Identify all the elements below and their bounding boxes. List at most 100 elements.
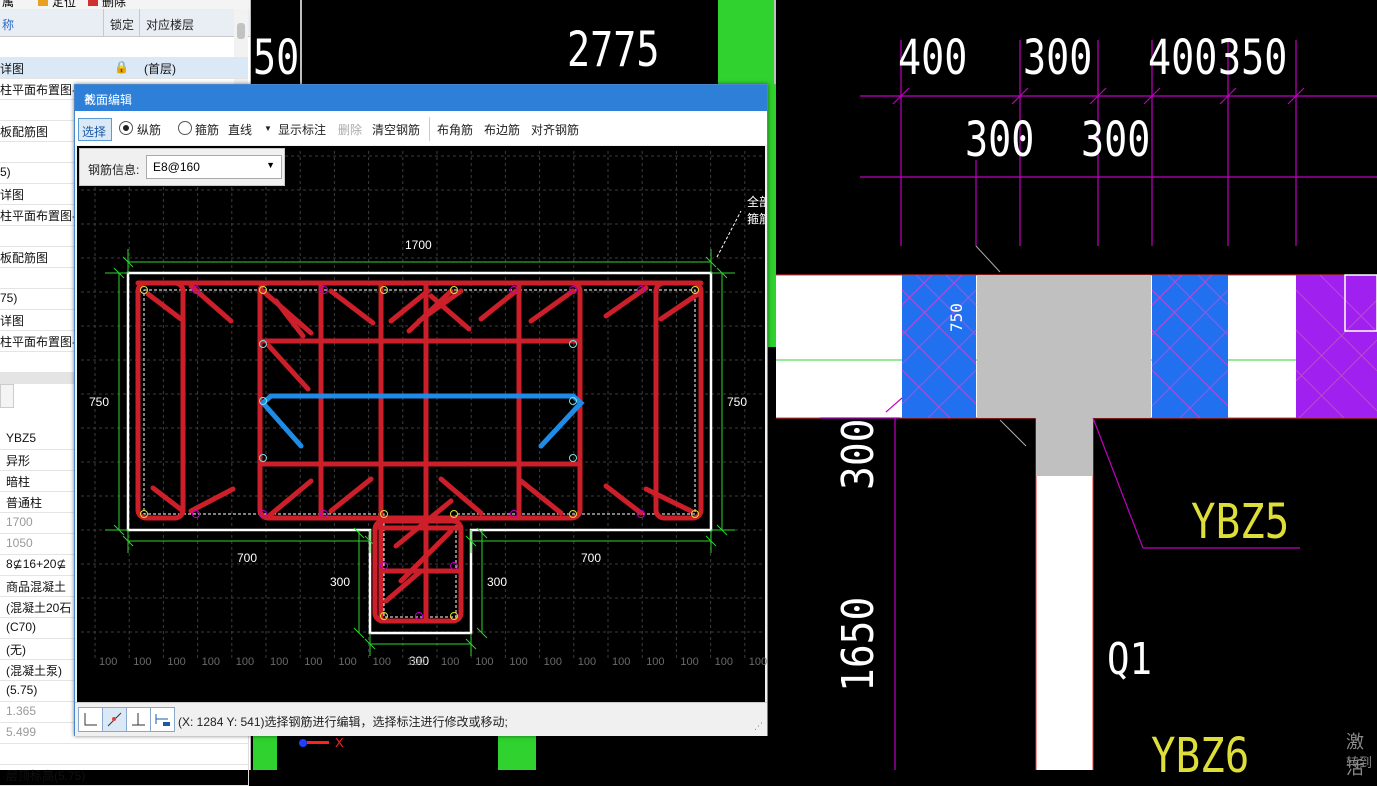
cad-dim-350: 350 bbox=[1218, 30, 1288, 86]
longitudinal-radio[interactable] bbox=[119, 121, 133, 135]
property-value: 普通柱 bbox=[6, 496, 43, 510]
locate-icon[interactable] bbox=[38, 0, 48, 6]
grid-scale-label: 100 bbox=[235, 656, 255, 668]
stirrup-label[interactable]: 箍筋 bbox=[195, 121, 219, 138]
grid-scale-label: 100 bbox=[543, 656, 562, 668]
cad-dim-300-vert: 300 bbox=[833, 418, 884, 490]
property-value: 商品混凝土 bbox=[6, 580, 67, 594]
toolbar-delete[interactable]: 删除 bbox=[102, 0, 126, 9]
cad-dim-400-b: 400 bbox=[1148, 30, 1218, 86]
dim-top[interactable]: 1700 bbox=[405, 238, 432, 252]
property-row[interactable] bbox=[0, 743, 249, 765]
dim-bottom-left[interactable]: 700 bbox=[237, 551, 257, 565]
dialog-titlebar[interactable]: 截面编辑 ✕ bbox=[75, 85, 767, 111]
grid-scale-label: 100 bbox=[304, 656, 323, 668]
dim-left[interactable]: 750 bbox=[89, 395, 109, 409]
windows-watermark-line2: 转到 bbox=[1346, 755, 1373, 770]
grid-scale-label: 100 bbox=[167, 656, 186, 668]
grid-scale-label: 100 bbox=[714, 656, 733, 668]
clear-rebar-button[interactable]: 清空钢筋 bbox=[372, 121, 420, 138]
longitudinal-label[interactable]: 纵筋 bbox=[137, 121, 161, 138]
dimension-snap-button[interactable] bbox=[150, 707, 175, 732]
note-text-1: 全部 bbox=[747, 195, 765, 209]
cad-dim-1650: 1650 bbox=[833, 596, 884, 692]
cad-label-q1: Q1 bbox=[1107, 634, 1153, 685]
select-button[interactable]: 选择 bbox=[78, 118, 112, 141]
property-value: 异形 bbox=[6, 454, 31, 468]
dim-stem-left[interactable]: 300 bbox=[330, 575, 350, 589]
dim-right[interactable]: 750 bbox=[727, 395, 747, 409]
layer-floor: (首层) bbox=[144, 62, 176, 76]
col-lock[interactable]: 锁定 bbox=[110, 16, 134, 33]
cad-dim-400-a: 400 bbox=[898, 30, 968, 86]
cad-dim-300-b: 300 bbox=[965, 112, 1035, 168]
grid-scale-label: 100 bbox=[133, 656, 152, 668]
layer-row[interactable]: 详图 🔒 (首层) bbox=[0, 57, 248, 79]
green-column-bottom-left bbox=[253, 733, 277, 770]
grid-scale-label: 100 bbox=[509, 656, 528, 668]
grid-scale-label: 100 bbox=[99, 656, 118, 668]
chevron-down-icon[interactable]: ▼ bbox=[264, 124, 272, 133]
status-text: (X: 1284 Y: 541)选择钢筋进行编辑，选择标注进行修改或移动; bbox=[178, 715, 508, 729]
grid-scale-label: 100 bbox=[201, 656, 220, 668]
show-marks-button[interactable]: 显示标注 bbox=[278, 121, 326, 138]
property-value: (混凝土20石 bbox=[6, 601, 72, 615]
grid-scale-label: 100 bbox=[748, 656, 768, 668]
lock-icon[interactable]: 🔒 bbox=[114, 60, 129, 74]
grid-scale-label: 100 bbox=[612, 656, 631, 668]
layer-table-header: 称 锁定 对应楼层 bbox=[0, 9, 250, 37]
property-value: 1.365 bbox=[6, 704, 37, 718]
rebar-info-panel: 钢筋信息: E8@160 ▼ bbox=[79, 148, 285, 186]
cad-dim-750: 750 bbox=[947, 303, 966, 332]
axis-x-label: X bbox=[335, 735, 344, 750]
dialog-statusbar: (X: 1284 Y: 541)选择钢筋进行编辑，选择标注进行修改或移动; ⋰ bbox=[75, 702, 767, 736]
align-rebar-button[interactable]: 对齐钢筋 bbox=[531, 121, 579, 138]
angle-snap-button[interactable] bbox=[102, 707, 127, 732]
grid-scale-label: 100 bbox=[270, 656, 289, 668]
green-column-bottom bbox=[498, 733, 536, 770]
corner-rebar-button[interactable]: 布角筋 bbox=[437, 121, 473, 138]
property-value: 5.499 bbox=[6, 725, 37, 739]
dialog-toolbar: 选择 纵筋 箍筋 直线 ▼ 显示标注 删除 清空钢筋 布角筋 布边筋 对齐钢筋 bbox=[75, 111, 767, 145]
property-row[interactable]: 层顶标高(5.75) bbox=[0, 764, 249, 786]
grid-scale-label: 100 bbox=[372, 656, 391, 668]
toolbar-attr[interactable]: 属 bbox=[2, 0, 14, 9]
chevron-down-icon: ▼ bbox=[266, 160, 275, 170]
property-value: 8⊈16+20⊈ bbox=[6, 557, 67, 571]
grid-scale-label: 100 bbox=[646, 656, 665, 668]
perpendicular-snap-button[interactable] bbox=[126, 707, 151, 732]
col-name[interactable]: 称 bbox=[2, 16, 14, 33]
property-value: 暗柱 bbox=[6, 475, 31, 489]
resize-grip-icon[interactable]: ⋰ bbox=[754, 721, 763, 732]
property-value: (5.75) bbox=[6, 683, 38, 697]
toolbar-locate[interactable]: 定位 bbox=[52, 0, 76, 9]
dim-stem-right[interactable]: 300 bbox=[487, 575, 507, 589]
stirrup-radio[interactable] bbox=[178, 121, 192, 135]
grid-scale-label: 100 bbox=[475, 656, 494, 668]
axis-x-arrow-icon bbox=[307, 741, 329, 744]
layer-name: 详图 bbox=[0, 62, 25, 76]
line-type-select[interactable]: 直线 bbox=[228, 121, 252, 138]
section-canvas[interactable] bbox=[77, 146, 765, 702]
cad-dim-left: 50 bbox=[253, 30, 300, 86]
dim-bottom-right[interactable]: 700 bbox=[581, 551, 601, 565]
edge-rebar-button[interactable]: 布边筋 bbox=[484, 121, 520, 138]
cad-dim-300-c: 300 bbox=[1081, 112, 1151, 168]
property-value: (混凝土泵) bbox=[6, 664, 62, 678]
grid-scale-label: 100 bbox=[406, 656, 426, 668]
rebar-info-select[interactable]: E8@160 ▼ bbox=[146, 155, 282, 179]
property-value: (C70) bbox=[6, 620, 37, 634]
cad-dim-300-a: 300 bbox=[1023, 30, 1093, 86]
cad-label-ybz6: YBZ6 bbox=[1151, 728, 1250, 784]
grid-scale-label: 100 bbox=[680, 656, 699, 668]
property-value: YBZ5 bbox=[6, 431, 37, 445]
ortho-snap-button[interactable] bbox=[78, 707, 103, 732]
delete-icon[interactable] bbox=[88, 0, 98, 6]
col-floor[interactable]: 对应楼层 bbox=[146, 16, 194, 33]
grid-scale-label: 100 bbox=[441, 656, 460, 668]
cad-label-ybz5: YBZ5 bbox=[1191, 494, 1290, 550]
property-value: (无) bbox=[6, 643, 26, 657]
close-icon[interactable]: ✕ bbox=[84, 91, 759, 105]
green-column-top bbox=[718, 0, 774, 84]
delete-button[interactable]: 删除 bbox=[338, 121, 362, 138]
